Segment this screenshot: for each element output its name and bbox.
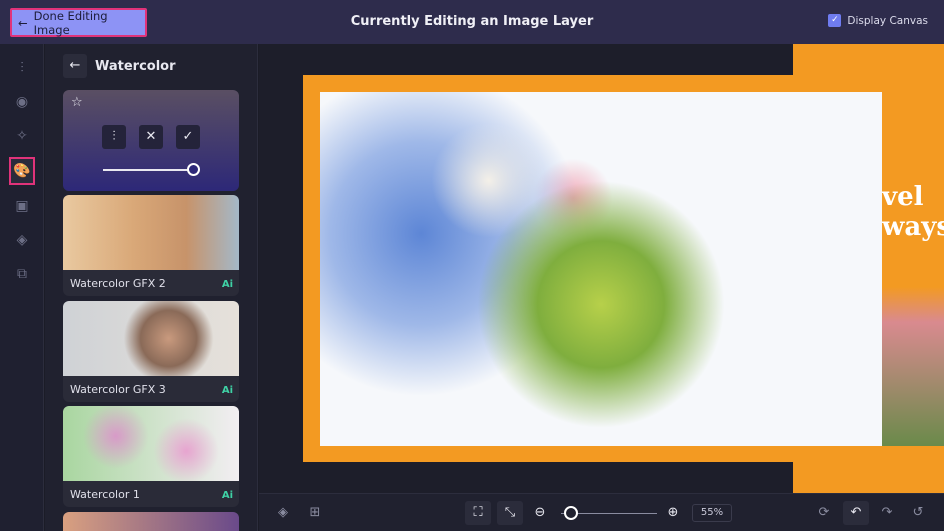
eye-icon[interactable]: ◉ bbox=[10, 90, 34, 114]
sparkles-icon[interactable]: ✧ bbox=[10, 124, 34, 148]
effect-card[interactable]: Watercolor GFX 3 Ai bbox=[63, 301, 239, 402]
effect-thumbnail bbox=[63, 406, 239, 481]
effect-card[interactable]: Watercolor GFX 2 Ai bbox=[63, 195, 239, 296]
effects-panel: ← Watercolor ☆ ⫶ ✕ ✓ Watercolor GFX 2 Ai … bbox=[45, 44, 258, 531]
selected-image-layer[interactable] bbox=[320, 92, 882, 446]
adjust-sliders-icon[interactable]: ⫶ bbox=[10, 56, 34, 80]
zoom-slider-handle[interactable] bbox=[564, 506, 578, 520]
effect-thumbnail bbox=[63, 301, 239, 376]
header: ← Done Editing Image Currently Editing an… bbox=[0, 0, 944, 44]
checkbox-checked-icon[interactable]: ✓ bbox=[828, 14, 842, 27]
check-icon: ✓ bbox=[182, 129, 194, 144]
palette-icon[interactable]: 🎨 bbox=[9, 157, 35, 185]
border-icon[interactable]: ◈ bbox=[10, 228, 34, 252]
adjust-button[interactable]: ⫶ bbox=[102, 125, 126, 149]
intensity-slider[interactable] bbox=[103, 169, 195, 171]
effect-card[interactable] bbox=[63, 512, 239, 531]
effect-editor: ☆ ⫶ ✕ ✓ bbox=[63, 90, 239, 191]
back-button[interactable]: ← bbox=[63, 54, 87, 78]
background-photo bbox=[882, 92, 944, 446]
redo-icon[interactable]: ↷ bbox=[874, 501, 900, 525]
design-text: vel bbox=[882, 182, 924, 212]
history-icon[interactable]: ↺ bbox=[905, 501, 931, 525]
apply-button[interactable]: ✓ bbox=[176, 125, 200, 149]
close-icon: ✕ bbox=[145, 129, 157, 144]
ai-badge: Ai bbox=[221, 490, 233, 501]
display-canvas-toggle[interactable]: ✓ Display Canvas bbox=[828, 14, 928, 27]
star-icon[interactable]: ☆ bbox=[71, 95, 83, 110]
arrow-left-icon: ← bbox=[69, 58, 81, 73]
zoom-out-icon[interactable]: ⊖ bbox=[527, 501, 553, 525]
fit-screen-icon[interactable]: ⛶ bbox=[465, 501, 491, 525]
grid-icon[interactable]: ⊞ bbox=[302, 501, 328, 525]
bottom-toolbar: ◈ ⊞ ⛶ ⤡ ⊖ ⊕ 55% ⟳ ↶ ↷ ↺ bbox=[259, 493, 944, 531]
zoom-percent[interactable]: 55% bbox=[692, 504, 732, 522]
cancel-button[interactable]: ✕ bbox=[139, 125, 163, 149]
shrink-icon[interactable]: ⤡ bbox=[497, 501, 523, 525]
effect-card[interactable]: Watercolor 1 Ai bbox=[63, 406, 239, 507]
ai-badge: Ai bbox=[221, 385, 233, 396]
frame-icon[interactable]: ▣ bbox=[10, 194, 34, 218]
refresh-icon[interactable]: ⟳ bbox=[811, 501, 837, 525]
page-title: Currently Editing an Image Layer bbox=[350, 14, 594, 29]
ai-badge: Ai bbox=[221, 279, 233, 290]
zoom-in-icon[interactable]: ⊕ bbox=[660, 501, 686, 525]
sliders-icon: ⫶ bbox=[112, 129, 116, 144]
intensity-slider-handle[interactable] bbox=[187, 163, 200, 176]
panel-title: Watercolor bbox=[95, 59, 176, 74]
undo-icon[interactable]: ↶ bbox=[843, 501, 869, 525]
design-text: ways bbox=[882, 212, 944, 242]
effect-thumbnail bbox=[63, 195, 239, 270]
layers-overlap-icon[interactable]: ⧉ bbox=[10, 262, 34, 286]
tool-rail: ⫶ ◉ ✧ 🎨 ▣ ◈ ⧉ bbox=[0, 44, 44, 531]
layers-icon[interactable]: ◈ bbox=[270, 501, 296, 525]
canvas-area[interactable]: vel ways bbox=[259, 44, 944, 493]
